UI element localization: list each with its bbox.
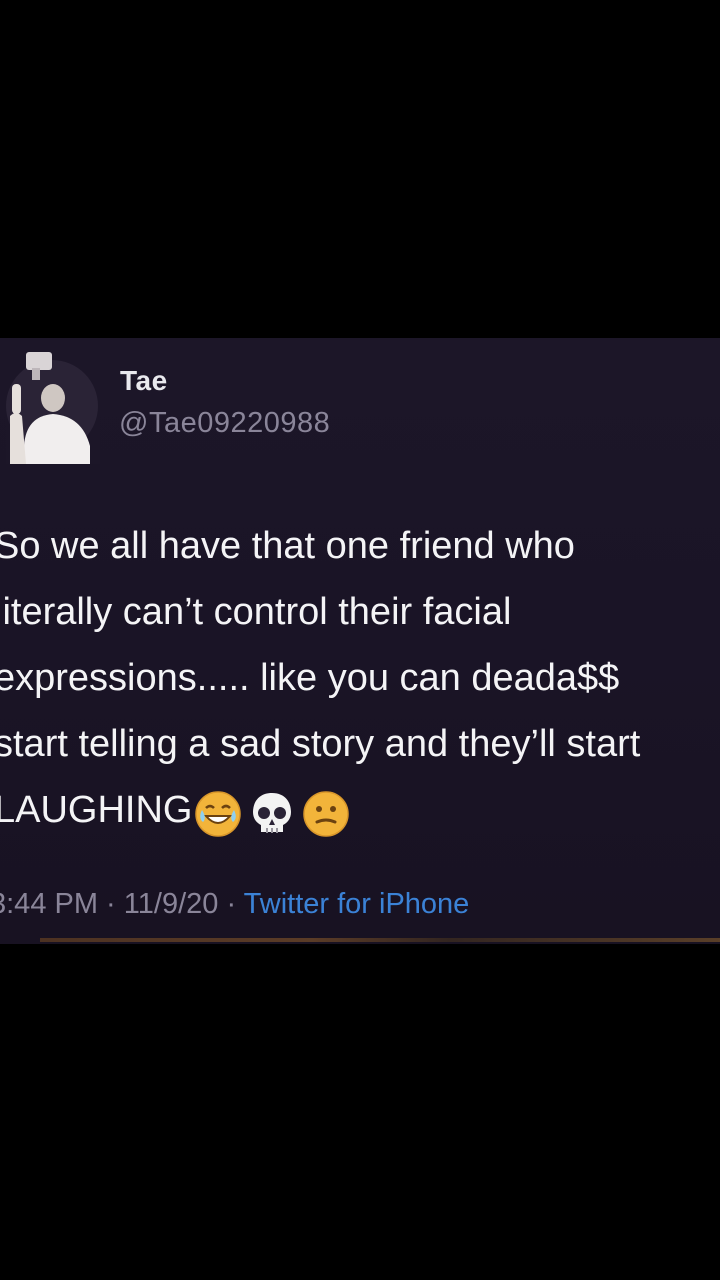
tweet-time: 3:44 PM [0,888,98,920]
user-handle[interactable]: @Tae09220988 [119,407,330,440]
tweet-word-laughing: LAUGHING [0,789,193,831]
tweet-source-link[interactable]: Twitter for iPhone [244,888,470,920]
letterbox-bottom [0,944,720,1280]
tweet-metadata: 3:44 PM · 11/9/20 · Twitter for iPhone [0,888,469,921]
meta-separator: · [218,888,244,920]
tweet-text: So we all have that one friend who liter… [0,513,720,843]
letterbox-top [0,0,720,338]
tweet-line-last: LAUGHING [0,777,720,843]
emoji-row [194,779,356,845]
display-name[interactable]: Tae [120,365,168,397]
skull-icon [253,792,292,833]
grimacing-face-icon [303,791,350,837]
meta-separator: · [98,888,124,920]
grinning-sweat-face-icon [195,791,242,837]
tweet-line: start telling a sad story and they’ll st… [0,723,641,765]
tweet-line: literally can’t control their facial [0,591,512,633]
card-bottom-strip [40,938,720,942]
tweet-card: Tae @Tae09220988 So we all have that one… [0,338,720,944]
tweet-line: expressions..... like you can deada$$ [0,657,620,699]
tweet-line: So we all have that one friend who [0,525,575,567]
avatar-image [6,346,100,464]
avatar[interactable] [6,346,100,464]
tweet-date[interactable]: 11/9/20 [124,888,219,920]
